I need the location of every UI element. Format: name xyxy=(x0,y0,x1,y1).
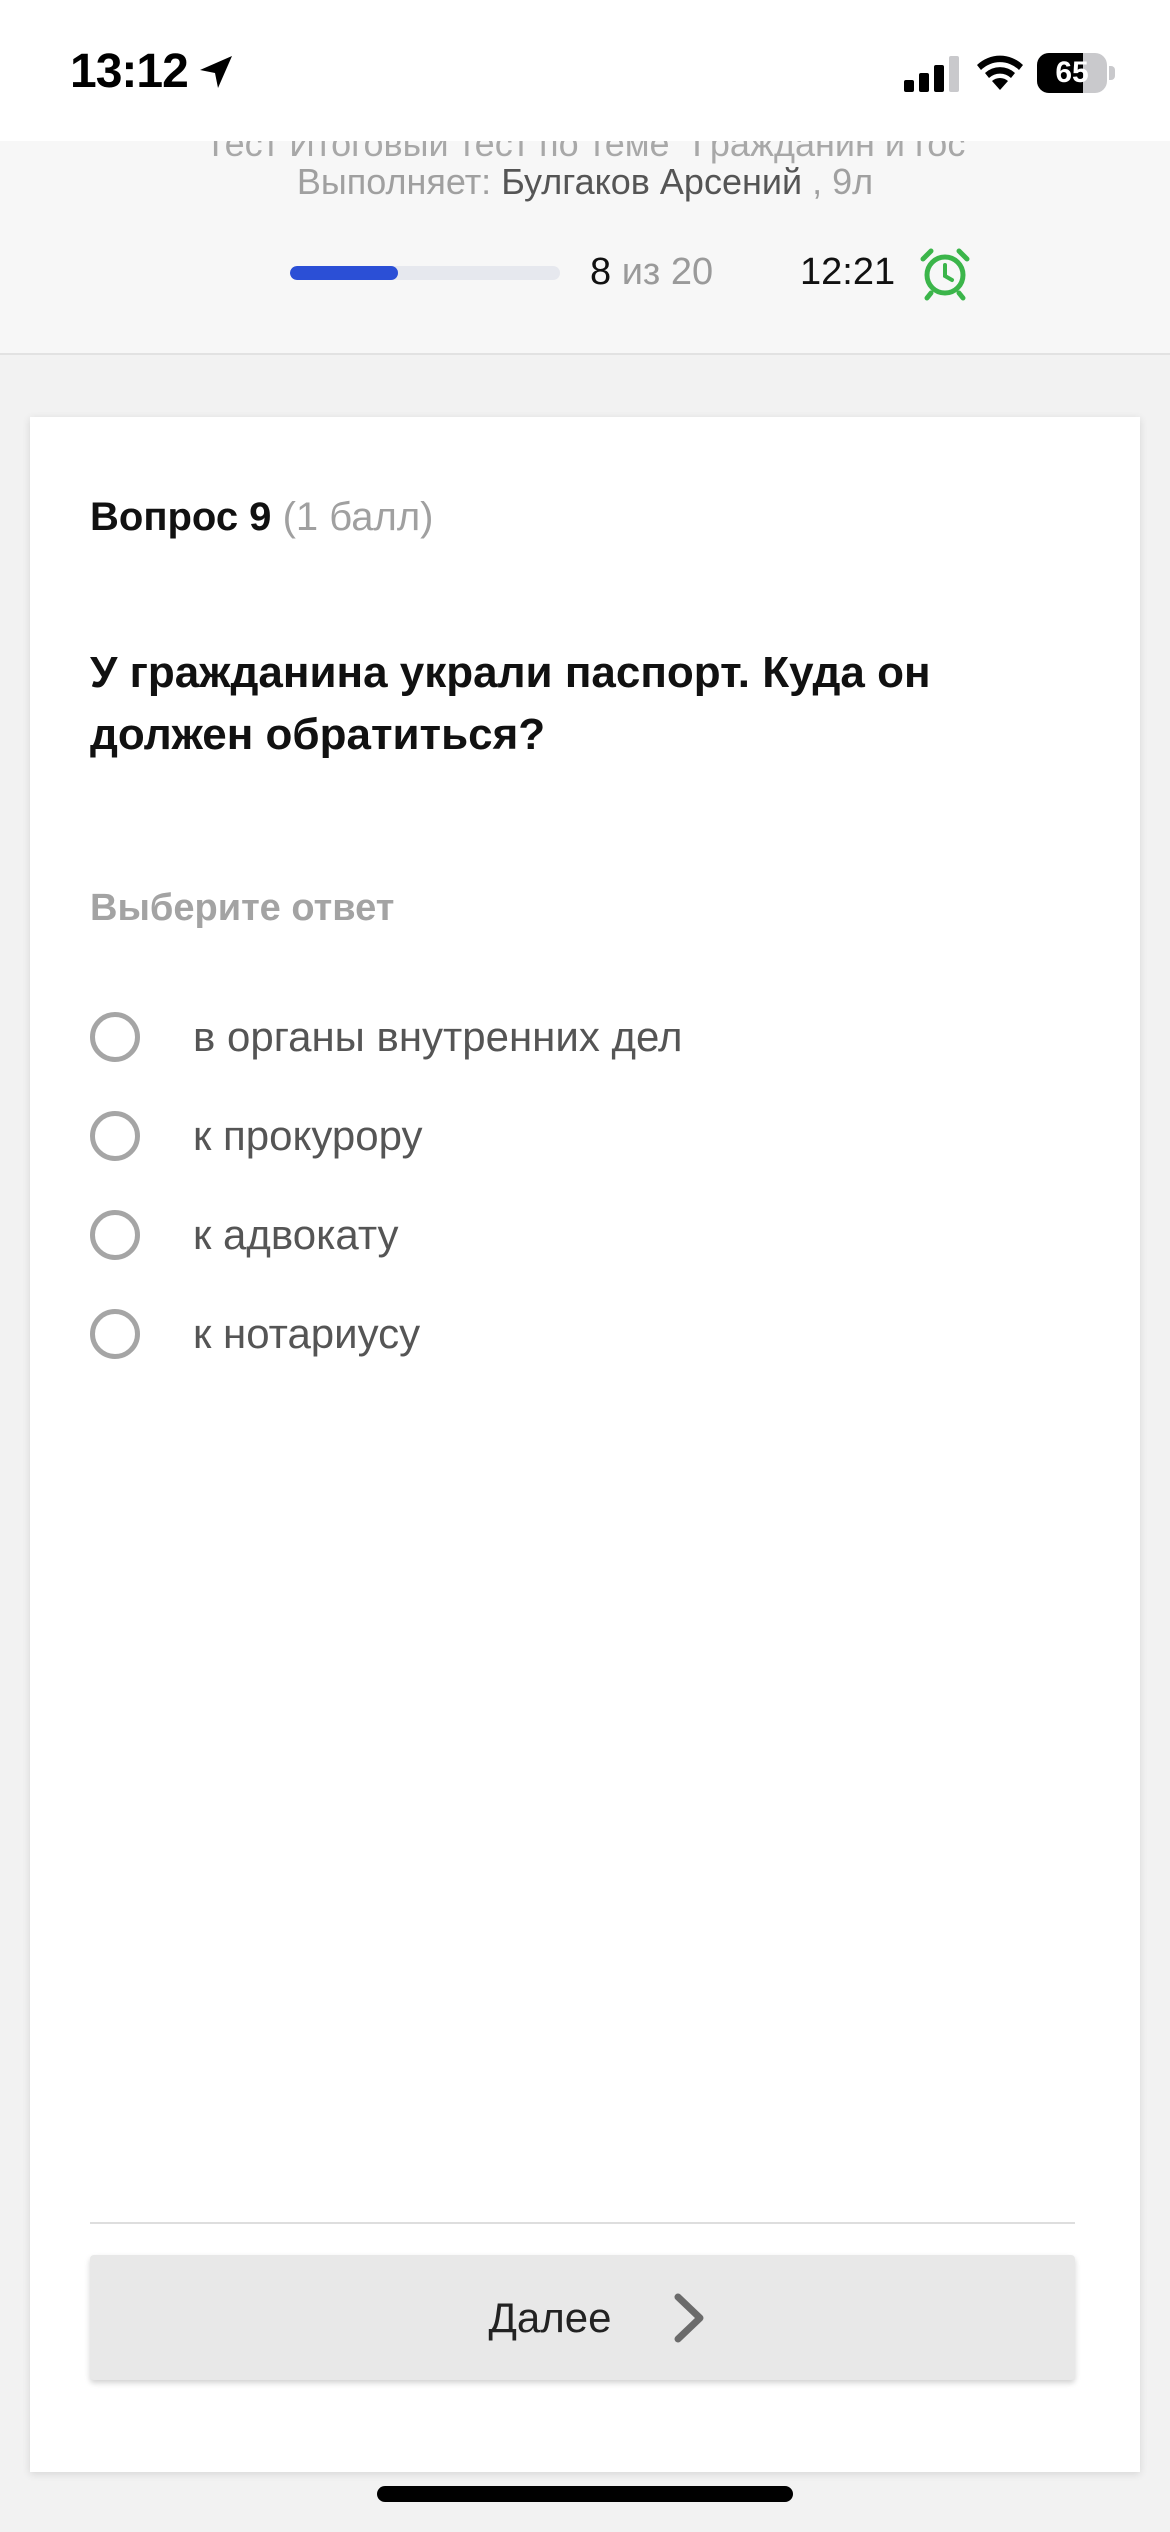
question-heading: Вопрос 9 (1 балл) xyxy=(90,495,433,540)
battery-indicator: 65 xyxy=(1037,53,1115,93)
answer-option[interactable]: к адвокату xyxy=(90,1195,1090,1275)
radio-button[interactable] xyxy=(90,1012,140,1062)
location-arrow-icon xyxy=(200,56,232,88)
chevron-right-icon xyxy=(674,2293,704,2343)
question-points: (1 балл) xyxy=(282,495,434,539)
status-time: 13:12 xyxy=(70,45,189,98)
answer-option-label[interactable]: к нотариусу xyxy=(193,1294,420,1374)
next-button[interactable]: Далее xyxy=(90,2255,1075,2380)
question-text: У гражданина украли паспорт. Куда он дол… xyxy=(90,648,931,759)
progress-total: из 20 xyxy=(621,251,714,293)
timer: 12:21 xyxy=(800,251,896,293)
performer-line: Выполняет: Булгаков Арсений , 9л xyxy=(0,161,1170,203)
radio-button[interactable] xyxy=(90,1309,140,1359)
radio-button[interactable] xyxy=(90,1210,140,1260)
choose-answer-label: Выберите ответ xyxy=(90,887,395,929)
status-bar: 13:12 65 xyxy=(0,0,1170,141)
performer-name: Булгаков Арсений xyxy=(501,161,803,202)
wifi-icon xyxy=(977,55,1023,90)
test-header: Тест Итоговый тест по теме "Гражданин и … xyxy=(0,141,1170,355)
progress-current: 8 xyxy=(590,251,612,293)
progress-bar-fill xyxy=(290,266,398,280)
radio-button[interactable] xyxy=(90,1111,140,1161)
answer-option[interactable]: к нотариусу xyxy=(90,1294,1090,1374)
home-indicator[interactable] xyxy=(377,2486,793,2502)
cellular-signal-icon xyxy=(904,56,959,92)
answer-option[interactable]: в органы внутренних дел xyxy=(90,997,1090,1077)
progress-counter: 8 из 20 xyxy=(590,251,713,294)
performer-label: Выполняет: xyxy=(296,161,492,202)
battery-percent: 65 xyxy=(1055,56,1089,89)
answer-option[interactable]: к прокурору xyxy=(90,1096,1090,1176)
alarm-clock-icon xyxy=(920,248,970,301)
answer-option-label[interactable]: к прокурору xyxy=(193,1096,422,1176)
performer-class: , 9л xyxy=(812,161,874,202)
divider xyxy=(90,2222,1075,2224)
question-number: Вопрос 9 xyxy=(90,495,272,539)
question-card: Вопрос 9 (1 балл) У гражданина украли па… xyxy=(30,417,1140,2472)
progress-bar xyxy=(290,266,560,280)
next-button-label: Далее xyxy=(488,2294,612,2341)
answer-option-label[interactable]: к адвокату xyxy=(193,1195,399,1275)
answer-option-label[interactable]: в органы внутренних дел xyxy=(193,997,682,1077)
